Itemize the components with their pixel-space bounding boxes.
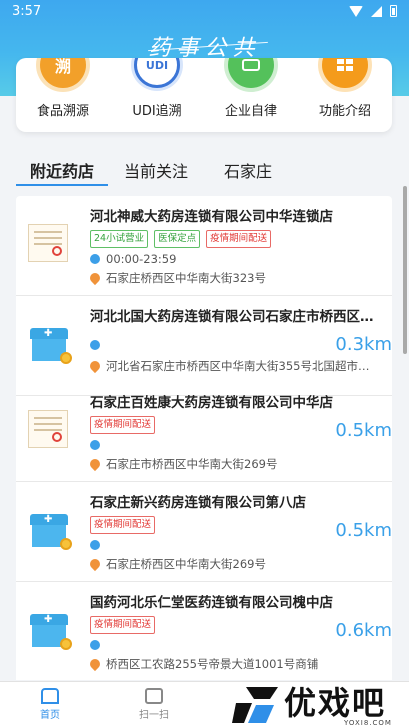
certificate-thumbnail: [28, 224, 72, 264]
address: 河北省石家庄市桥西区中华南大街355号北国超市…: [90, 358, 390, 374]
status-time: 3:57: [12, 4, 42, 19]
tag-group: 24小试营业 医保定点 疫情期间配送: [90, 230, 272, 248]
pharmacy-name: 河北北国大药房连锁有限公司石家庄市桥西区…: [90, 309, 374, 325]
list-item[interactable]: 河北神威大药房连锁有限公司中华连锁店 24小试营业 医保定点 疫情期间配送 00…: [16, 196, 392, 296]
distance: 0.6km: [335, 620, 392, 641]
tag-group: 疫情期间配送: [90, 616, 156, 634]
tag-badge: 疫情期间配送: [206, 230, 272, 248]
list-item[interactable]: 石家庄百姓康大药房连锁有限公司中华店 疫情期间配送 0.5km 石家庄市桥西区中…: [16, 382, 392, 482]
clock-icon: [90, 340, 100, 350]
tag-badge: 医保定点: [154, 230, 201, 248]
tab-following[interactable]: 当前关注: [124, 158, 188, 182]
list-item[interactable]: ✚ 河北北国大药房连锁有限公司石家庄市桥西区… 0.3km 河北省石家庄市桥西区…: [16, 296, 392, 396]
func-label: 功能介绍: [318, 104, 371, 119]
tab-scan-label: 扫一扫: [139, 710, 169, 721]
distance: 0.5km: [335, 520, 392, 541]
business-hours: 00:00-23:59: [90, 252, 176, 266]
certificate-thumbnail: [28, 410, 72, 450]
watermark: 优戏吧 YOXI8.COM: [232, 683, 404, 727]
battery-icon: [390, 5, 397, 17]
business-hours: [90, 538, 106, 552]
scrollbar[interactable]: [403, 186, 407, 354]
tab-city[interactable]: 石家庄: [224, 158, 272, 182]
address: 石家庄桥西区中华南大街323号: [90, 270, 266, 286]
tag-badge: 疫情期间配送: [90, 616, 156, 634]
udi-trace-icon: UDI: [134, 58, 180, 88]
clock-icon: [90, 640, 100, 650]
business-hours: [90, 338, 106, 352]
location-pin-icon: [90, 270, 103, 286]
tab-indicator: [16, 184, 108, 186]
location-pin-icon: [90, 456, 103, 472]
tag-badge: 疫情期间配送: [90, 416, 156, 434]
tab-bar-top: 附近药店 当前关注 石家庄: [16, 158, 392, 188]
func-label: 食品溯源: [36, 104, 89, 119]
pharmacy-name: 国药河北乐仁堂医药连锁有限公司槐中店: [90, 595, 333, 611]
food-trace-icon: 溯: [40, 58, 86, 88]
pharmacy-list[interactable]: 河北神威大药房连锁有限公司中华连锁店 24小试营业 医保定点 疫情期间配送 00…: [16, 196, 392, 680]
address: 石家庄市桥西区中华南大街269号: [90, 456, 277, 472]
feature-intro-icon: [322, 58, 368, 88]
func-label: 企业自律: [224, 104, 277, 119]
status-bar: 3:57: [0, 0, 409, 24]
signal-icon: [371, 5, 382, 17]
tag-badge: 24小试营业: [90, 230, 149, 248]
tab-home[interactable]: 首页: [20, 688, 80, 721]
func-food-trace[interactable]: 溯 食品溯源: [16, 58, 110, 132]
func-feature-intro[interactable]: 功能介绍: [298, 58, 392, 132]
location-pin-icon: [90, 556, 103, 572]
enterprise-icon: [228, 58, 274, 88]
pharmacy-name: 石家庄百姓康大药房连锁有限公司中华店: [90, 395, 333, 411]
store-thumbnail: ✚: [28, 610, 72, 650]
business-hours: [90, 638, 106, 652]
pharmacy-name: 河北神威大药房连锁有限公司中华连锁店: [90, 209, 333, 225]
store-thumbnail: ✚: [28, 510, 72, 550]
location-pin-icon: [90, 656, 103, 672]
tab-home-label: 首页: [40, 710, 60, 721]
address: 桥西区工农路255号帝景大道1001号商铺: [90, 656, 318, 672]
wifi-icon: [349, 5, 363, 17]
camera-icon: [145, 688, 163, 704]
func-enterprise[interactable]: 企业自律: [204, 58, 298, 132]
pharmacy-name: 石家庄新兴药房连锁有限公司第八店: [90, 495, 306, 511]
watermark-url: YOXI8.COM: [344, 719, 392, 727]
clock-icon: [90, 540, 100, 550]
tab-nearby[interactable]: 附近药店: [30, 158, 94, 182]
watermark-text: 优戏吧: [284, 684, 387, 722]
address: 石家庄桥西区中华南大街269号: [90, 556, 266, 572]
status-icons: [349, 5, 397, 17]
store-thumbnail: ✚: [28, 324, 72, 364]
list-item[interactable]: ✚ 国药河北乐仁堂医药连锁有限公司槐中店 疫情期间配送 0.6km 桥西区工农路…: [16, 582, 392, 680]
func-label: UDI追溯: [132, 104, 182, 119]
distance: 0.5km: [335, 420, 392, 441]
location-pin-icon: [90, 358, 103, 374]
func-udi-trace[interactable]: UDI UDI追溯: [110, 58, 204, 132]
clock-icon: [90, 254, 100, 264]
function-card: 溯 食品溯源 UDI UDI追溯 企业自律 功能介绍: [16, 58, 392, 132]
tab-scan[interactable]: 扫一扫: [124, 688, 184, 721]
watermark-logo-icon: [232, 687, 278, 723]
home-icon: [41, 688, 59, 704]
list-item[interactable]: ✚ 石家庄新兴药房连锁有限公司第八店 疫情期间配送 0.5km 石家庄桥西区中华…: [16, 482, 392, 582]
business-hours: [90, 438, 106, 452]
tag-group: 疫情期间配送: [90, 516, 156, 534]
tag-badge: 疫情期间配送: [90, 516, 156, 534]
clock-icon: [90, 440, 100, 450]
distance: 0.3km: [335, 334, 392, 355]
tag-group: 疫情期间配送: [90, 416, 156, 434]
